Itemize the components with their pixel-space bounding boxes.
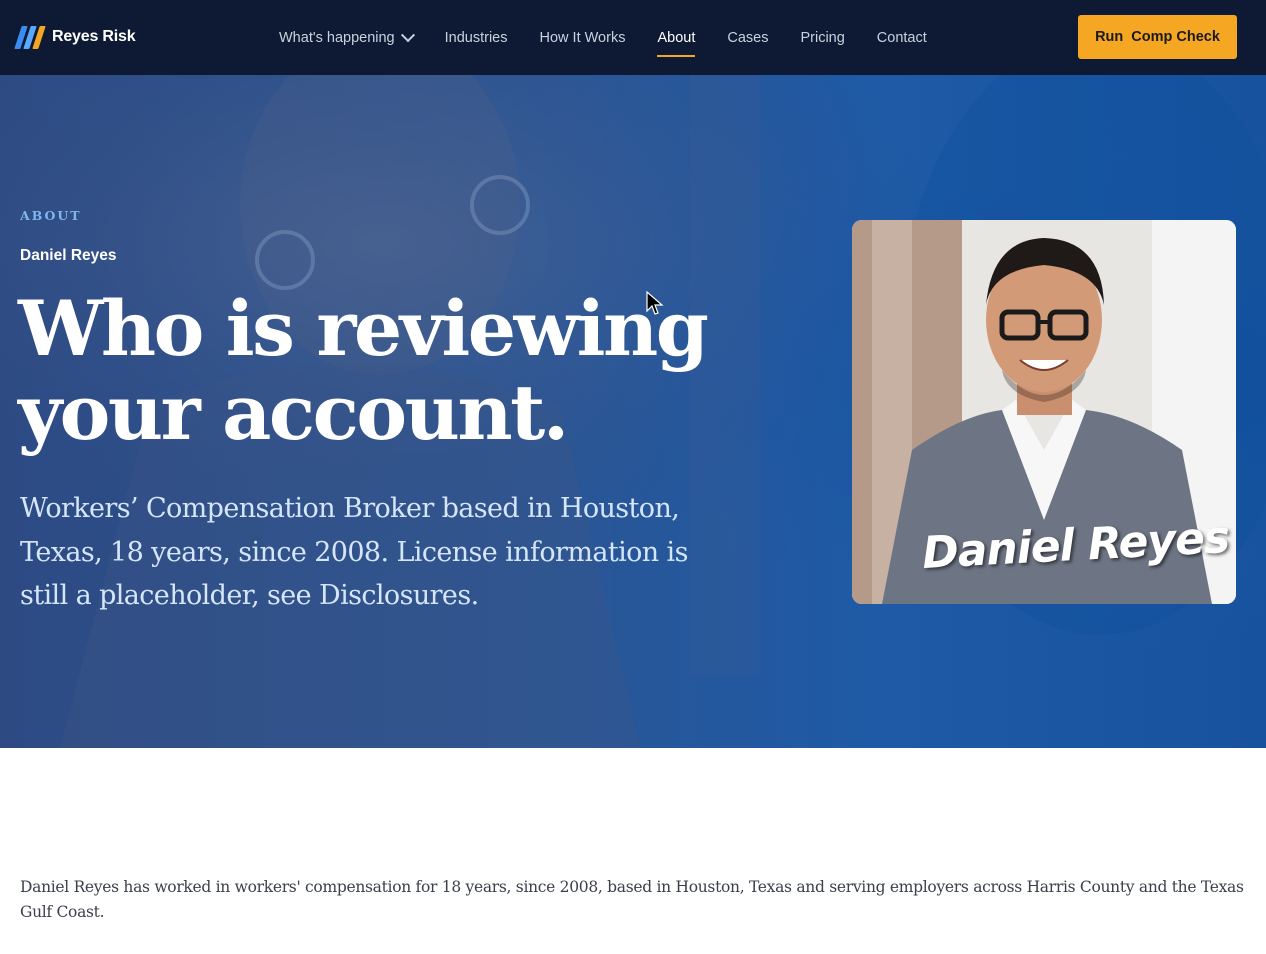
nav-item-label: What's happening bbox=[279, 29, 395, 46]
nav-item-cases[interactable]: Cases bbox=[727, 0, 768, 75]
mouse-cursor-icon bbox=[646, 291, 664, 315]
nav-item-label: Industries bbox=[444, 29, 508, 46]
nav-item-contact[interactable]: Contact bbox=[877, 0, 927, 75]
nav-item-label: Pricing bbox=[800, 29, 845, 46]
hero-subheading: Workers’ Compensation Broker based in Ho… bbox=[20, 493, 688, 611]
nav-item-about[interactable]: About bbox=[657, 0, 695, 75]
portrait-photo: Daniel Reyes bbox=[852, 220, 1236, 604]
nav-item-label: About bbox=[657, 29, 696, 46]
logo-stripes-icon bbox=[14, 25, 46, 49]
nav-item-how-it-works[interactable]: How It Works bbox=[540, 0, 626, 75]
byline-name: Daniel Reyes bbox=[20, 247, 117, 264]
section-eyebrow: ABOUT bbox=[20, 208, 82, 223]
brand-logo[interactable]: Reyes Risk bbox=[14, 25, 136, 49]
nav-item-label: Cases bbox=[727, 29, 769, 46]
intro-paragraph: Daniel Reyes has worked in workers' comp… bbox=[20, 878, 1244, 921]
page-title: Who is reviewing your account. bbox=[18, 284, 709, 457]
nav-item-pricing[interactable]: Pricing bbox=[800, 0, 844, 75]
top-navigation: Reyes Risk What's happening Industries H… bbox=[0, 0, 1266, 75]
nav-item-label: How It Works bbox=[539, 29, 626, 46]
nav-item-whats-happening[interactable]: What's happening bbox=[279, 0, 415, 75]
brand-name: Reyes Risk bbox=[52, 28, 136, 45]
chevron-down-icon bbox=[400, 27, 415, 42]
hero-section: ABOUT Daniel Reyes Who is reviewing your… bbox=[0, 75, 1266, 748]
nav-item-industries[interactable]: Industries bbox=[445, 0, 508, 75]
nav-links: What's happening Industries How It Works… bbox=[279, 0, 959, 75]
nav-item-label: Contact bbox=[876, 29, 927, 46]
run-comp-check-button[interactable]: Run Comp Check bbox=[1078, 15, 1237, 59]
